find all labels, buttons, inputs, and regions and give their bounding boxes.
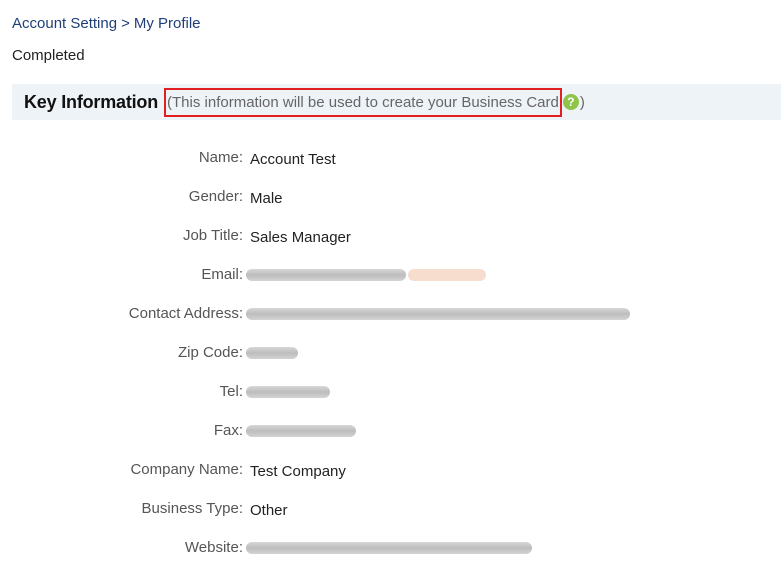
field-value: Male <box>250 190 283 207</box>
field-row-company-name: Company Name: Test Company <box>0 451 781 490</box>
key-information-header: Key Information (This information will b… <box>12 84 781 120</box>
field-label: Company Name: <box>130 461 243 478</box>
field-row-gender: Gender: Male <box>0 178 781 217</box>
section-title: Key Information <box>24 91 159 112</box>
business-card-note: (This information will be used to create… <box>164 87 585 117</box>
redacted-value <box>246 269 406 281</box>
field-label: Job Title: <box>182 227 243 244</box>
profile-status: Completed <box>12 47 85 64</box>
breadcrumb-my-profile-link[interactable]: My Profile <box>134 15 201 32</box>
field-label: Website: <box>184 539 243 556</box>
close-paren: ) <box>579 93 585 111</box>
redacted-value <box>246 386 330 398</box>
redacted-badge <box>408 269 486 281</box>
field-label: Fax: <box>213 422 243 439</box>
field-row-job-title: Job Title: Sales Manager <box>0 217 781 256</box>
field-label: Email: <box>201 266 243 283</box>
field-row-email: Email: <box>0 256 781 295</box>
note-text: This information will be used to create … <box>172 93 559 111</box>
redacted-value <box>246 347 298 359</box>
breadcrumb-account-setting-link[interactable]: Account Setting <box>12 15 117 32</box>
field-label: Tel: <box>219 383 243 400</box>
question-circle-icon[interactable]: ? <box>562 94 579 110</box>
field-row-contact-address: Contact Address: <box>0 295 781 334</box>
field-value: Test Company <box>250 463 346 480</box>
field-row-fax: Fax: <box>0 412 781 451</box>
field-value: Other <box>250 502 288 519</box>
field-label: Contact Address: <box>128 305 243 322</box>
field-row-tel: Tel: <box>0 373 781 412</box>
redacted-value <box>246 308 630 320</box>
field-row-name: Name: Account Test <box>0 139 781 178</box>
field-label: Business Type: <box>141 500 243 517</box>
highlighted-note-box: (This information will be used to create… <box>164 87 562 117</box>
field-value: Sales Manager <box>250 229 351 246</box>
field-label: Zip Code: <box>177 344 243 361</box>
breadcrumb-separator: > <box>121 15 130 32</box>
redacted-value[interactable] <box>246 542 532 554</box>
field-row-zip-code: Zip Code: <box>0 334 781 373</box>
field-label: Name: <box>198 149 243 166</box>
field-value: Account Test <box>250 151 336 168</box>
redacted-value <box>246 425 356 437</box>
field-label: Gender: <box>188 188 243 205</box>
field-row-website: Website: <box>0 529 781 568</box>
breadcrumb: Account Setting > My Profile <box>12 15 201 32</box>
field-row-business-type: Business Type: Other <box>0 490 781 529</box>
